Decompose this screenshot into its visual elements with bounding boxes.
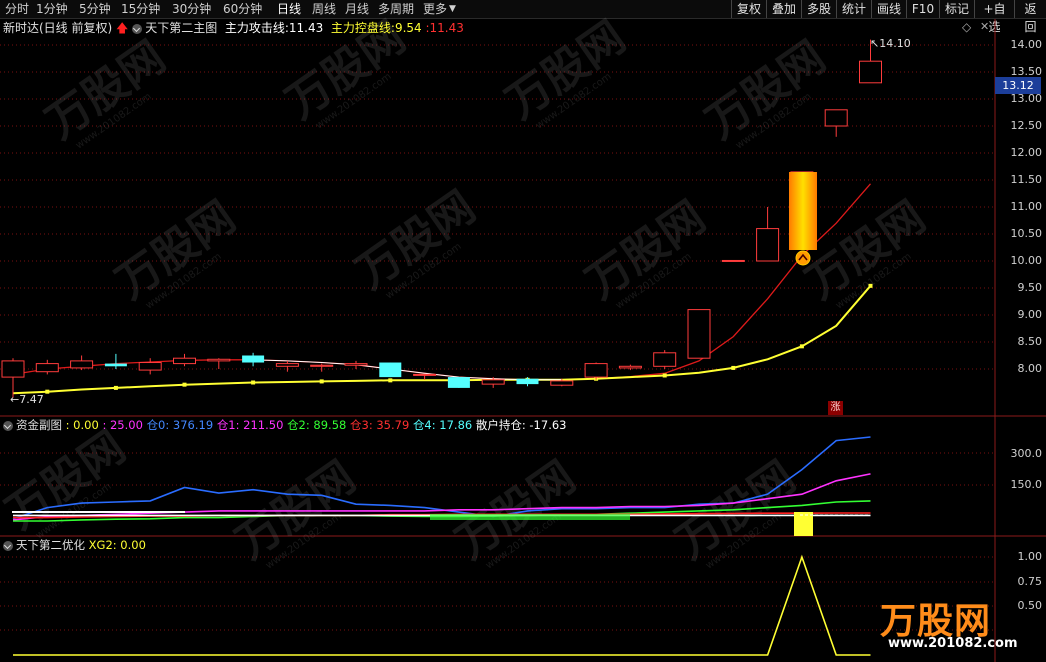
opt-xg2: XG2: 0.00 — [88, 538, 146, 552]
control-line-dot — [113, 385, 118, 390]
brand-url: www.201082.com — [888, 636, 1018, 651]
fund-cang4: 仓4: 17.86 — [412, 418, 473, 432]
price-axis-label: 8.00 — [1017, 362, 1043, 375]
low-arrow-icon: ← — [10, 393, 20, 406]
candle-body — [344, 363, 368, 366]
opt-panel-toggle-icon[interactable] — [3, 540, 13, 551]
candle-body — [481, 379, 505, 385]
stock-title[interactable]: 新时达(日线 前复权) — [3, 21, 112, 35]
extra-value: 11.43 — [429, 21, 464, 35]
candle-body — [379, 362, 402, 378]
candle-body — [516, 378, 539, 385]
candle-body — [310, 364, 334, 367]
candle-body — [138, 362, 162, 371]
high-marker-value: 14.10 — [879, 37, 911, 50]
kline-chart[interactable]: 万股网www.201082.com 万股网www.201082.com 万股网www… — [0, 0, 1046, 662]
fund-v0: : 0.00 — [65, 418, 99, 432]
price-axis-label: 9.50 — [1017, 281, 1043, 294]
white-trend-line — [253, 359, 562, 381]
candle-body — [413, 373, 437, 376]
candle-body — [618, 365, 642, 369]
candle-body — [721, 259, 745, 262]
fund-panel-name[interactable]: 资金副图 — [16, 418, 62, 432]
fund-axis-label: 150.0 — [1010, 478, 1043, 491]
fund-v1: : 25.00 — [102, 418, 143, 432]
candle-body — [687, 309, 711, 359]
candle-body — [275, 363, 299, 367]
price-axis-label: 11.00 — [1010, 200, 1043, 213]
control-line-dot — [731, 365, 736, 370]
fund-yellow-bar — [794, 512, 813, 536]
high-marker: ↖14.10 — [870, 37, 911, 50]
price-axis-label: 12.50 — [1010, 119, 1043, 132]
attack-line-label: 主力攻击线: — [224, 21, 289, 35]
price-axis-label: 10.00 — [1010, 254, 1043, 267]
diamond-icon[interactable]: ◇ — [962, 20, 971, 34]
price-axis-label: 11.50 — [1010, 173, 1043, 186]
high-arrow-icon: ↖ — [870, 37, 880, 50]
xg2-line — [13, 554, 871, 656]
fund-cang2: 仓2: 89.58 — [287, 418, 347, 432]
candle-body — [242, 355, 265, 363]
candle-body — [447, 377, 470, 388]
control-line-dot — [251, 380, 256, 385]
up-arrow-icon: 🡅 — [116, 21, 129, 35]
current-price-tag: 13.12 — [995, 77, 1041, 94]
control-line-dot — [45, 389, 50, 394]
opt-panel-header: 天下第二优化 XG2: 0.00 — [3, 537, 146, 554]
fund-cang1: 仓1: 211.50 — [216, 418, 284, 432]
attack-line-value: 11.43 — [288, 21, 324, 35]
control-line-dot — [319, 379, 324, 384]
close-icon[interactable]: ✕ — [980, 20, 989, 33]
candle-body — [550, 380, 574, 386]
price-axis-label: 10.50 — [1010, 227, 1043, 240]
up-signal-icon — [795, 250, 811, 266]
candle-body — [859, 60, 882, 84]
candle-body — [70, 360, 94, 369]
fund-axis-label: 300.0 — [1010, 447, 1043, 460]
opt-axis-label: 1.00 — [1017, 550, 1043, 563]
control-line-label: 主力控盘线: — [330, 21, 395, 35]
fund-panel-toggle-icon[interactable] — [3, 420, 13, 431]
control-line-dot — [662, 373, 667, 378]
candle-body — [824, 109, 848, 127]
indicator-name[interactable]: 天下第二主图 — [145, 21, 217, 35]
indicator-toggle-icon[interactable] — [132, 23, 143, 34]
control-line-value: 9.54 — [394, 21, 422, 35]
candle-body — [653, 352, 677, 367]
control-line-dot — [388, 378, 393, 383]
candle-body — [104, 363, 127, 367]
fund-cang0: 仓0: 376.19 — [146, 418, 214, 432]
opt-axis-label: 0.50 — [1017, 599, 1043, 612]
price-axis-label: 8.50 — [1017, 335, 1043, 348]
price-axis-label: 12.00 — [1010, 146, 1043, 159]
fund-cang3: 仓3: 35.79 — [350, 418, 410, 432]
price-axis-label: 14.00 — [1010, 38, 1043, 51]
fund-retail: 散户持仓: -17.63 — [475, 418, 567, 432]
control-line-dot — [182, 382, 187, 387]
fire-bar — [789, 172, 817, 250]
candle-body — [1, 360, 25, 378]
low-marker: ←7.47 — [10, 393, 44, 406]
candle-body — [173, 357, 196, 365]
control-line-dot — [868, 283, 873, 288]
zhang-badge: 涨 — [828, 401, 843, 415]
candle-body — [35, 363, 59, 373]
candle-body — [207, 358, 231, 362]
price-axis-label: 9.00 — [1017, 308, 1043, 321]
candle-body — [756, 228, 780, 262]
opt-axis-label: 0.75 — [1017, 575, 1043, 588]
control-line-dot — [799, 344, 804, 349]
candle-body — [584, 363, 608, 378]
low-marker-value: 7.47 — [19, 393, 44, 406]
fund-band — [430, 514, 630, 520]
main-panel-header: 新时达(日线 前复权) 🡅 天下第二主图 主力攻击线:11.43 主力控盘线:9… — [3, 19, 464, 37]
fund-panel-header: 资金副图 : 0.00 : 25.00 仓0: 376.19 仓1: 211.5… — [3, 417, 566, 434]
opt-panel-name[interactable]: 天下第二优化 — [16, 538, 85, 552]
